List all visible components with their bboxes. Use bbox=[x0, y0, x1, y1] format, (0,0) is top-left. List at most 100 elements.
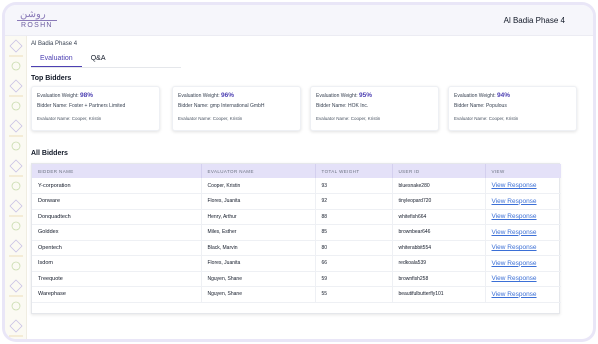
tab-evaluation[interactable]: Evaluation bbox=[31, 54, 82, 67]
view-response-link[interactable]: View Response bbox=[492, 291, 537, 298]
table-row: Donware Flores, Juanita 92 tinyleopard72… bbox=[32, 193, 561, 209]
total-weight-cell: 88 bbox=[315, 209, 393, 225]
bidders-table: BIDDER NAME EVALUATOR NAME TOTAL WEIGHT … bbox=[31, 163, 561, 314]
weight-value: 98% bbox=[80, 92, 94, 99]
top-bidder-card[interactable]: Evaluation Weight: 95% Bidder Name: HOK … bbox=[310, 86, 439, 131]
total-weight-cell: 66 bbox=[315, 255, 393, 271]
column-header-user-id[interactable]: USER ID bbox=[392, 164, 486, 178]
bidder-name: Populous bbox=[485, 103, 507, 109]
evaluator-name: Cooper, Kristin bbox=[71, 116, 102, 121]
total-weight-cell: 85 bbox=[315, 224, 393, 240]
weight-value: 95% bbox=[359, 92, 373, 99]
view-response-link[interactable]: View Response bbox=[492, 260, 537, 267]
total-weight-cell: 92 bbox=[315, 193, 393, 209]
evaluator-label: Evaluator Name: bbox=[37, 116, 71, 121]
view-response-link[interactable]: View Response bbox=[492, 182, 537, 189]
bidder-label: Bidder Name: bbox=[178, 103, 209, 109]
evaluator-label: Evaluator Name: bbox=[454, 116, 488, 121]
decorative-pattern-strip bbox=[5, 36, 27, 339]
top-bidder-card[interactable]: Evaluation Weight: 96% Bidder Name: gmp … bbox=[172, 86, 301, 131]
weight-label: Evaluation Weight: bbox=[316, 93, 358, 99]
bidder-label: Bidder Name: bbox=[454, 103, 485, 109]
evaluator-name-cell: Miles, Esther bbox=[201, 224, 316, 240]
user-id-cell: beautifulbutterfly101 bbox=[392, 286, 486, 302]
evaluator-name-cell: Nguyen, Shane bbox=[201, 286, 316, 302]
app-window: روشن ROSHN Al Badia Phase 4 Al Badia Pha… bbox=[5, 5, 593, 339]
window-frame: روشن ROSHN Al Badia Phase 4 Al Badia Pha… bbox=[2, 2, 596, 342]
evaluator-name: Cooper, Kristin bbox=[488, 116, 519, 121]
user-id-cell: redkoala539 bbox=[392, 255, 486, 271]
bidder-name-cell: Donquadtech bbox=[32, 209, 202, 225]
table-row: Isdom Flores, Juanita 66 redkoala539 Vie… bbox=[32, 255, 561, 271]
total-weight-cell: 80 bbox=[315, 240, 393, 256]
table-row: Warephase Nguyen, Shane 55 beautifulbutt… bbox=[32, 286, 561, 302]
table-row: Opentech Black, Marvin 80 whiterabbit554… bbox=[32, 240, 561, 256]
evaluator-name-cell: Flores, Juanita bbox=[201, 193, 316, 209]
weight-label: Evaluation Weight: bbox=[454, 93, 496, 99]
table-header-row: BIDDER NAME EVALUATOR NAME TOTAL WEIGHT … bbox=[32, 164, 561, 178]
tabs-divider bbox=[31, 67, 181, 68]
evaluator-name-cell: Henry, Arthur bbox=[201, 209, 316, 225]
roshn-logo[interactable]: روشن ROSHN bbox=[17, 9, 57, 33]
tab-qa[interactable]: Q&A bbox=[82, 54, 115, 67]
evaluator-name-cell: Flores, Juanita bbox=[201, 255, 316, 271]
evaluator-label: Evaluator Name: bbox=[316, 116, 350, 121]
bidder-name-cell: Isdom bbox=[32, 255, 202, 271]
column-header-evaluator-name[interactable]: EVALUATOR NAME bbox=[201, 164, 316, 178]
main-content: Al Badia Phase 4 Evaluation Q&A Top Bidd… bbox=[27, 36, 593, 339]
view-response-link[interactable]: View Response bbox=[492, 213, 537, 220]
logo-text: ROSHN bbox=[21, 22, 53, 29]
view-response-link[interactable]: View Response bbox=[492, 229, 537, 236]
evaluator-name: Cooper, Kristin bbox=[350, 116, 381, 121]
bidder-name-cell: Donware bbox=[32, 193, 202, 209]
top-bidders-title: Top Bidders bbox=[31, 75, 72, 82]
column-header-view: VIEW bbox=[491, 168, 505, 174]
user-id-cell: tinyleopard720 bbox=[392, 193, 486, 209]
evaluator-name-cell: Nguyen, Shane bbox=[201, 271, 316, 287]
table-row: Y-corporation Cooper, Kristin 93 bluesna… bbox=[32, 178, 561, 194]
total-weight-cell: 93 bbox=[315, 178, 393, 194]
top-bidder-card[interactable]: Evaluation Weight: 98% Bidder Name: Fost… bbox=[31, 86, 160, 131]
evaluator-name-cell: Black, Marvin bbox=[201, 240, 316, 256]
total-weight-cell: 59 bbox=[315, 271, 393, 287]
user-id-cell: whiterabbit554 bbox=[392, 240, 486, 256]
view-response-link[interactable]: View Response bbox=[492, 275, 537, 282]
user-id-cell: brownbear646 bbox=[392, 224, 486, 240]
all-bidders-title: All Bidders bbox=[31, 150, 68, 157]
project-title: Al Badia Phase 4 bbox=[503, 16, 565, 25]
bidder-label: Bidder Name: bbox=[316, 103, 347, 109]
pattern-icon bbox=[9, 39, 23, 337]
weight-label: Evaluation Weight: bbox=[37, 93, 79, 99]
bidder-name-cell: Treequote bbox=[32, 271, 202, 287]
total-weight-cell: 55 bbox=[315, 286, 393, 302]
bidder-name-cell: Y-corporation bbox=[32, 178, 202, 194]
column-header-bidder-name[interactable]: BIDDER NAME bbox=[32, 164, 202, 178]
logo-arabic-text: روشن bbox=[20, 9, 46, 20]
view-response-link[interactable]: View Response bbox=[492, 198, 537, 205]
logo-divider bbox=[17, 20, 57, 21]
weight-value: 96% bbox=[221, 92, 235, 99]
table-row: Donquadtech Henry, Arthur 88 whitefish66… bbox=[32, 209, 561, 225]
bidder-name-cell: Golddex bbox=[32, 224, 202, 240]
evaluator-label: Evaluator Name: bbox=[178, 116, 212, 121]
user-id-cell: brownfish258 bbox=[392, 271, 486, 287]
bidder-name: Foster + Partners Limited bbox=[68, 103, 126, 109]
top-bar: روشن ROSHN Al Badia Phase 4 bbox=[5, 5, 593, 36]
weight-value: 94% bbox=[497, 92, 511, 99]
table-row: Golddex Miles, Esther 85 brownbear646 Vi… bbox=[32, 224, 561, 240]
evaluator-name-cell: Cooper, Kristin bbox=[201, 178, 316, 194]
user-id-cell: bluesnake280 bbox=[392, 178, 486, 194]
bidder-label: Bidder Name: bbox=[37, 103, 68, 109]
bidder-name-cell: Opentech bbox=[32, 240, 202, 256]
bidder-name: HOK Inc. bbox=[347, 103, 369, 109]
breadcrumb[interactable]: Al Badia Phase 4 bbox=[31, 41, 77, 47]
column-header-total-weight[interactable]: TOTAL WEIGHT bbox=[315, 164, 393, 178]
evaluator-name: Cooper, Kristin bbox=[212, 116, 243, 121]
weight-label: Evaluation Weight: bbox=[178, 93, 220, 99]
bidder-name-cell: Warephase bbox=[32, 286, 202, 302]
top-bidder-card[interactable]: Evaluation Weight: 94% Bidder Name: Popu… bbox=[448, 86, 577, 131]
tab-bar: Evaluation Q&A bbox=[31, 54, 115, 68]
view-response-link[interactable]: View Response bbox=[492, 244, 537, 251]
bidder-name: gmp International GmbH bbox=[209, 103, 265, 109]
table-row: Treequote Nguyen, Shane 59 brownfish258 … bbox=[32, 271, 561, 287]
